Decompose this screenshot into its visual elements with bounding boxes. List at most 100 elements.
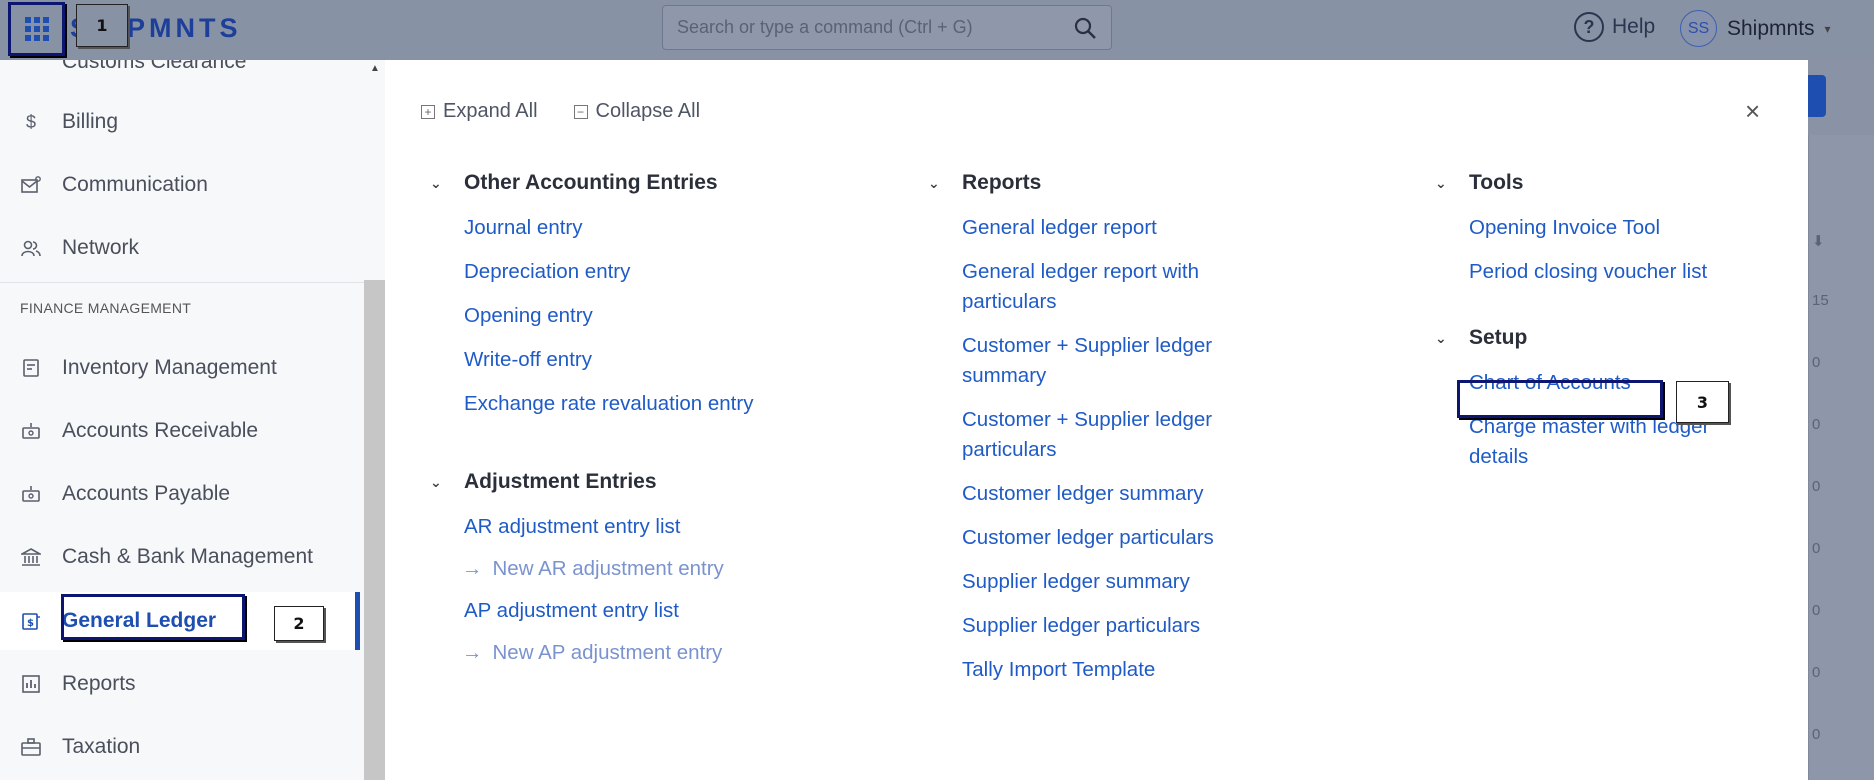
menu-link-supplier-ledger-summary[interactable]: Supplier ledger summary bbox=[962, 567, 1282, 597]
arrow-right-icon: → bbox=[462, 641, 483, 664]
collapse-all-button[interactable]: − Collapse All bbox=[573, 100, 701, 123]
menu-link-depreciation-entry[interactable]: Depreciation entry bbox=[464, 257, 753, 287]
underlying-cell: 0 bbox=[1812, 416, 1821, 433]
menu-link-opening-entry[interactable]: Opening entry bbox=[464, 301, 753, 331]
sidebar-item-customs-clearance[interactable]: Customs Clearance bbox=[62, 60, 246, 74]
search-input[interactable] bbox=[677, 17, 1073, 38]
group-reports: ⌄ Reports General ledger report General … bbox=[928, 168, 1282, 685]
menu-link-customer-supplier-ledger-summary[interactable]: Customer + Supplier ledger summary bbox=[962, 331, 1282, 391]
mail-icon bbox=[20, 174, 42, 196]
sidebar-item-label: Inventory Management bbox=[62, 356, 277, 379]
expand-all-label: Expand All bbox=[443, 100, 538, 122]
sidebar-item-accounts-receivable[interactable]: Accounts Receivable bbox=[0, 402, 360, 460]
group-other-accounting-entries: ⌄ Other Accounting Entries Journal entry… bbox=[430, 168, 753, 419]
svg-text:$: $ bbox=[27, 618, 34, 629]
chevron-down-icon: ▾ bbox=[1824, 21, 1831, 36]
underlying-cell: 0 bbox=[1812, 540, 1821, 557]
group-title: Tools bbox=[1469, 171, 1524, 194]
underlying-cell: 0 bbox=[1812, 726, 1821, 743]
menu-sublink-new-ar-adjustment-entry[interactable]: → New AR adjustment entry bbox=[462, 554, 753, 584]
sidebar-item-label: Accounts Payable bbox=[62, 482, 231, 505]
sidebar-item-communication[interactable]: Communication bbox=[0, 156, 360, 214]
annotation-box-1 bbox=[8, 2, 65, 56]
sidebar-item-reports[interactable]: Reports bbox=[0, 655, 360, 713]
annotation-tag-3: 3 bbox=[1676, 381, 1729, 423]
dollar-icon: $ bbox=[25, 111, 36, 132]
search-icon[interactable] bbox=[1073, 16, 1097, 40]
user-name: Shipmnts bbox=[1727, 16, 1815, 40]
bank-icon bbox=[20, 546, 42, 568]
expand-all-button[interactable]: + Expand All bbox=[421, 100, 538, 123]
menu-link-tally-import-template[interactable]: Tally Import Template bbox=[962, 655, 1282, 685]
underlying-cell: 0 bbox=[1812, 354, 1821, 371]
annotation-tag-1: 1 bbox=[76, 4, 128, 47]
menu-link-customer-ledger-particulars[interactable]: Customer ledger particulars bbox=[962, 523, 1282, 553]
group-title: Other Accounting Entries bbox=[464, 171, 718, 194]
sidebar-item-network[interactable]: Network bbox=[0, 219, 360, 277]
group-header[interactable]: ⌄ Setup bbox=[1433, 323, 1769, 353]
sidebar-item-label: Billing bbox=[62, 110, 119, 133]
menu-link-supplier-ledger-particulars[interactable]: Supplier ledger particulars bbox=[962, 611, 1282, 641]
annotation-box-2 bbox=[61, 594, 245, 640]
sidebar-item-taxation[interactable]: Taxation bbox=[0, 718, 360, 776]
sublink-label: New AR adjustment entry bbox=[492, 557, 724, 580]
group-title: Reports bbox=[962, 171, 1042, 194]
sidebar-item-inventory-management[interactable]: Inventory Management bbox=[0, 339, 360, 397]
receivable-icon bbox=[20, 420, 42, 442]
sidebar-item-label: Reports bbox=[62, 672, 136, 695]
group-header[interactable]: ⌄ Tools bbox=[1433, 168, 1769, 198]
chevron-down-icon: ⌄ bbox=[1435, 329, 1447, 346]
briefcase-icon bbox=[20, 736, 42, 758]
avatar: SS bbox=[1680, 10, 1717, 47]
chevron-down-icon: ⌄ bbox=[430, 473, 442, 490]
sidebar-item-label: Taxation bbox=[62, 735, 141, 758]
sidebar-item-label: Network bbox=[62, 236, 140, 259]
menu-column-1: ⌄ Other Accounting Entries Journal entry… bbox=[430, 168, 753, 702]
group-header[interactable]: ⌄ Other Accounting Entries bbox=[428, 168, 753, 198]
help-button[interactable]: ? Help bbox=[1574, 12, 1655, 42]
sidebar-scrollbar[interactable] bbox=[364, 280, 385, 780]
group-title: Setup bbox=[1469, 326, 1528, 349]
menu-link-write-off-entry[interactable]: Write-off entry bbox=[464, 345, 753, 375]
menu-link-journal-entry[interactable]: Journal entry bbox=[464, 213, 753, 243]
chart-icon bbox=[20, 673, 42, 695]
menu-sublink-new-ap-adjustment-entry[interactable]: → New AP adjustment entry bbox=[462, 638, 753, 668]
sidebar-item-label: Communication bbox=[62, 173, 208, 196]
scroll-up-arrow-icon[interactable]: ▲ bbox=[366, 60, 384, 80]
menu-link-general-ledger-report-with-particulars[interactable]: General ledger report with particulars bbox=[962, 257, 1282, 317]
panel-toolbar: + Expand All − Collapse All bbox=[421, 100, 700, 123]
search-box[interactable] bbox=[662, 5, 1112, 50]
sidebar-item-cash-bank-management[interactable]: Cash & Bank Management bbox=[0, 528, 360, 586]
annotation-box-3 bbox=[1457, 380, 1663, 418]
group-tools: ⌄ Tools Opening Invoice Tool Period clos… bbox=[1435, 168, 1769, 287]
section-heading-finance: FINANCE MANAGEMENT bbox=[20, 300, 192, 316]
group-header[interactable]: ⌄ Reports bbox=[926, 168, 1282, 198]
chevron-down-icon: ⌄ bbox=[928, 174, 940, 191]
top-navigation-bar: SHIPMNTS ? Help SS Shipmnts ▾ bbox=[0, 0, 1874, 60]
sidebar-item-label: Cash & Bank Management bbox=[62, 545, 313, 568]
close-icon[interactable]: × bbox=[1745, 96, 1760, 127]
inventory-icon bbox=[20, 357, 42, 379]
sidebar-item-accounts-payable[interactable]: Accounts Payable bbox=[0, 465, 360, 523]
menu-column-2: ⌄ Reports General ledger report General … bbox=[928, 168, 1282, 719]
sidebar-item-label: Accounts Receivable bbox=[62, 419, 259, 442]
help-label: Help bbox=[1612, 15, 1656, 38]
sidebar-item-billing[interactable]: $ Billing bbox=[0, 93, 360, 151]
underlying-cell: 0 bbox=[1812, 478, 1821, 495]
menu-link-ap-adjustment-entry-list[interactable]: AP adjustment entry list bbox=[464, 596, 753, 626]
minus-square-icon: − bbox=[573, 104, 588, 119]
download-icon: ⬇ bbox=[1812, 233, 1825, 250]
menu-link-customer-supplier-ledger-particulars[interactable]: Customer + Supplier ledger particulars bbox=[962, 405, 1282, 465]
menu-link-customer-ledger-summary[interactable]: Customer ledger summary bbox=[962, 479, 1282, 509]
menu-link-ar-adjustment-entry-list[interactable]: AR adjustment entry list bbox=[464, 512, 753, 542]
general-ledger-menu-panel: + Expand All − Collapse All × ⌄ Other Ac… bbox=[385, 60, 1808, 780]
group-header[interactable]: ⌄ Adjustment Entries bbox=[428, 467, 753, 497]
divider bbox=[0, 282, 364, 283]
menu-link-exchange-rate-revaluation-entry[interactable]: Exchange rate revaluation entry bbox=[464, 389, 753, 419]
menu-link-opening-invoice-tool[interactable]: Opening Invoice Tool bbox=[1469, 213, 1769, 243]
user-menu[interactable]: SS Shipmnts ▾ bbox=[1680, 10, 1831, 47]
menu-link-general-ledger-report[interactable]: General ledger report bbox=[962, 213, 1282, 243]
collapse-all-label: Collapse All bbox=[595, 100, 701, 122]
plus-square-icon: + bbox=[421, 104, 435, 119]
menu-link-period-closing-voucher-list[interactable]: Period closing voucher list bbox=[1469, 257, 1769, 287]
